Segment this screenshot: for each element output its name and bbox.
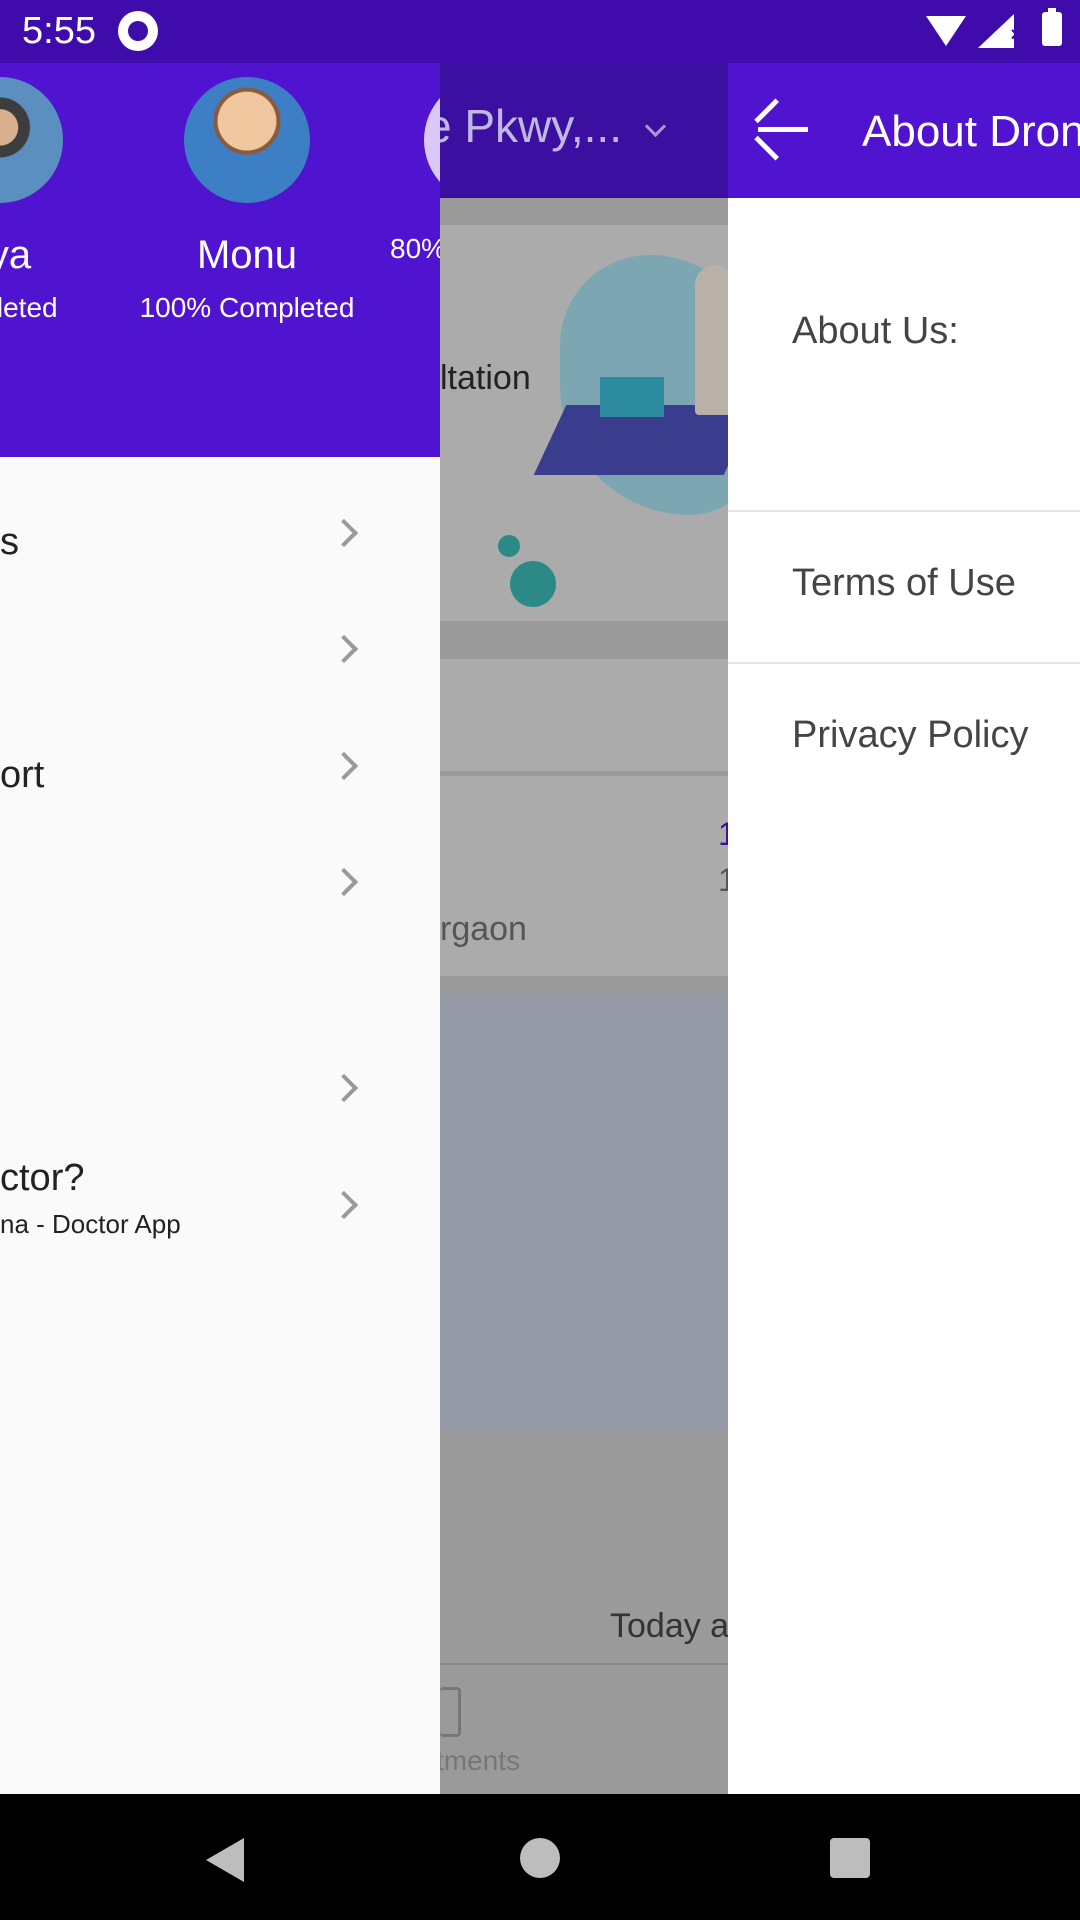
nav-home-icon[interactable] [520,1838,560,1878]
member-progress: 80% [390,233,440,264]
city-label: rgaon [440,910,527,948]
location-bar: e Pkwy,... [440,63,728,198]
chevron-right-icon [329,867,359,897]
back-arrow-icon[interactable] [754,98,808,161]
calendar-icon [440,1687,461,1737]
terms-of-use-row[interactable]: Terms of Use [728,512,1080,664]
battery-icon [1042,8,1062,46]
chevron-right-icon [329,1190,359,1220]
chevron-right-icon [329,518,359,548]
drawer-menu-item[interactable] [0,601,440,701]
avatar [184,77,310,203]
address-card: 1 1 rgaon [440,776,728,976]
avatar [0,77,63,203]
drawer-menu-item-doctor[interactable]: ctor? na - Doctor App [0,1157,440,1307]
avatar [424,77,440,203]
nav-label-appointments: tments [440,1745,521,1776]
family-member[interactable]: 80% [312,77,440,265]
today-label: Today a [610,1607,728,1645]
drawer-menu-item[interactable]: ort [0,718,440,818]
system-nav-bar [0,1794,1080,1920]
wifi-icon [926,16,966,46]
bottom-nav: tments [440,1663,728,1794]
app-logo-icon [118,11,158,51]
chevron-right-icon [329,751,359,781]
member-name: fiya [0,233,32,277]
page-title: About Dron [862,107,1080,156]
drawer-header: fiya ompleted Monu 100% Completed 80% [0,63,440,457]
nav-recents-icon[interactable] [830,1838,870,1878]
chevron-right-icon [329,634,359,664]
privacy-policy-row[interactable]: Privacy Policy [728,664,1080,814]
chevron-down-icon [644,115,667,138]
status-bar: 5:55 × [0,0,1080,63]
nav-back-icon[interactable] [206,1838,244,1882]
doctor-illustration [695,265,728,415]
drawer-menu-item[interactable] [0,834,440,934]
drawer-menu-item[interactable]: s [0,485,440,585]
about-app-bar: About Dron [728,63,1080,198]
consultation-card: ltation [440,225,728,621]
about-us-row[interactable]: About Us: [728,198,1080,512]
background-home-screen: e Pkwy,... ltation 1 1 rgaon Today a tme… [440,63,728,1794]
family-member[interactable]: fiya ompleted [0,77,115,324]
location-text: e Pkwy,... [440,100,622,152]
about-panel: About Dron About Us: Terms of Use Privac… [728,63,1080,1794]
consultation-label: ltation [440,359,531,397]
section-strip [440,659,728,771]
drawer-menu-item[interactable] [0,1040,440,1140]
chevron-right-icon [329,1073,359,1103]
status-time: 5:55 [22,10,96,52]
signal-icon [978,14,1014,48]
navigation-drawer: fiya ompleted Monu 100% Completed 80% s … [0,63,440,1794]
member-progress: 100% Completed [139,292,355,323]
banner [440,993,728,1431]
member-progress: ompleted [0,292,58,323]
